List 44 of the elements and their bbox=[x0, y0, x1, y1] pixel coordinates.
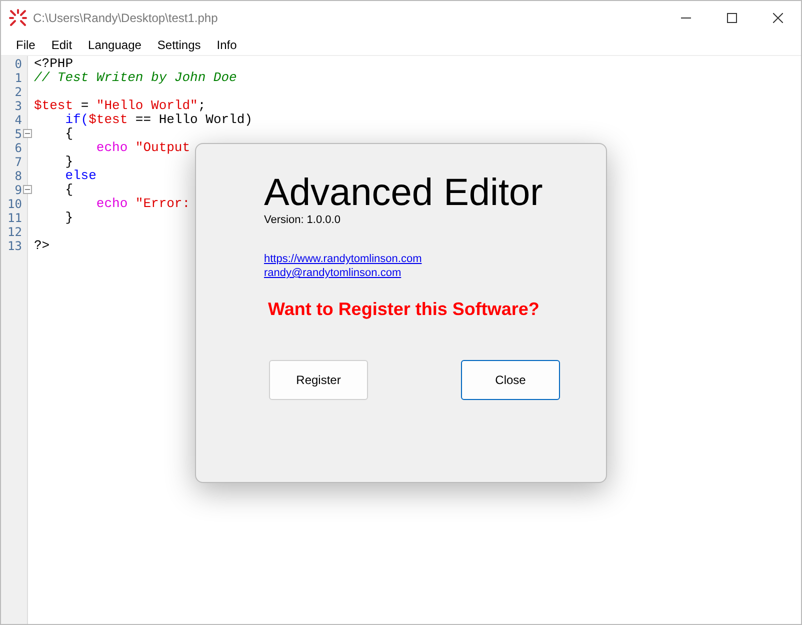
register-button[interactable]: Register bbox=[269, 360, 368, 400]
code-line: echo "Error: bbox=[95, 196, 190, 211]
code-line: $test = "Hello World"; bbox=[34, 98, 206, 113]
line-number: 11 bbox=[6, 211, 22, 225]
menu-item[interactable]: Edit bbox=[43, 38, 80, 52]
code-line: { bbox=[64, 182, 74, 197]
line-number: 13 bbox=[6, 239, 22, 253]
code-line: // Test Writen by John Doe bbox=[34, 70, 237, 85]
code-line: else bbox=[64, 168, 96, 183]
link[interactable]: randy@randytomlinson.com bbox=[264, 267, 402, 279]
code-line: echo "Output bbox=[95, 140, 190, 155]
line-number: 7 bbox=[14, 155, 22, 169]
menu-item[interactable]: Info bbox=[208, 38, 245, 52]
line-number: 0 bbox=[14, 57, 22, 71]
menu-item[interactable]: File bbox=[8, 38, 44, 52]
fold-icon[interactable] bbox=[23, 129, 32, 138]
line-number: 6 bbox=[14, 141, 22, 155]
fold-icon[interactable] bbox=[23, 185, 32, 194]
line-number: 5 bbox=[14, 127, 22, 141]
line-number: 8 bbox=[14, 169, 22, 183]
maximize-icon[interactable] bbox=[727, 12, 737, 22]
code-line: } bbox=[64, 210, 74, 225]
dialog-title: Advanced Editor bbox=[264, 172, 543, 214]
code-line: } bbox=[64, 154, 74, 169]
line-number: 1 bbox=[14, 71, 22, 85]
version-text: Version: 1.0.0.0 bbox=[264, 214, 340, 226]
close-icon[interactable] bbox=[773, 12, 783, 22]
line-number: 9 bbox=[14, 183, 22, 197]
line-number: 3 bbox=[14, 99, 22, 113]
code-line: if($test == Hello World) bbox=[64, 112, 252, 127]
menu-item[interactable]: Language bbox=[80, 38, 150, 52]
line-number: 2 bbox=[14, 85, 22, 99]
link[interactable]: https://www.randytomlinson.com bbox=[264, 253, 422, 265]
line-number: 4 bbox=[14, 113, 22, 127]
code-line: <?PHP bbox=[34, 56, 74, 71]
close-button[interactable]: Close bbox=[461, 360, 560, 400]
line-number: 12 bbox=[6, 225, 22, 239]
register-prompt: Want to Register this Software? bbox=[268, 299, 540, 320]
app-logo-icon bbox=[9, 8, 27, 26]
code-line: { bbox=[64, 126, 74, 141]
line-number: 10 bbox=[6, 197, 22, 211]
code-line: ?> bbox=[34, 238, 50, 253]
window-title: C:\Users\Randy\Desktop\test1.php bbox=[33, 10, 218, 24]
menu-item[interactable]: Settings bbox=[149, 38, 209, 52]
